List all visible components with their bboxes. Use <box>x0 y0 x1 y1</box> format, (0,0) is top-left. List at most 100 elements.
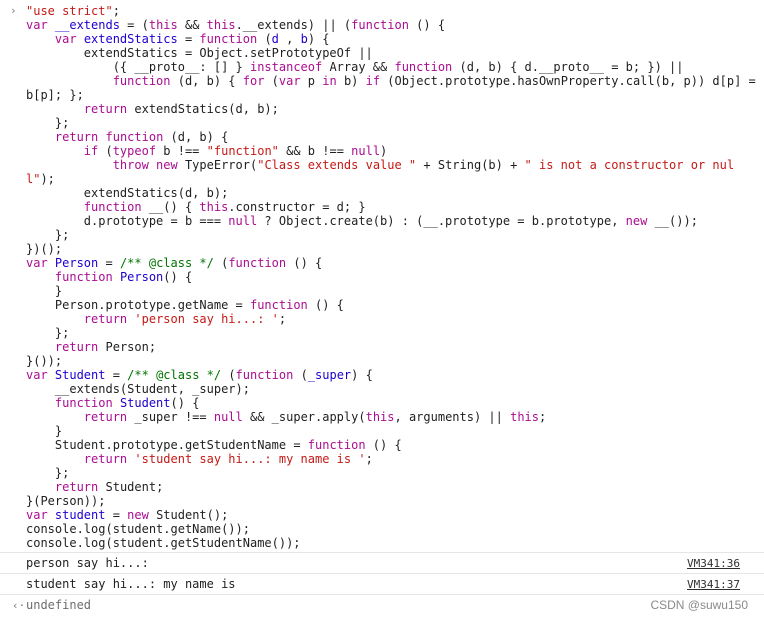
code-token: __()); <box>647 214 698 228</box>
code-token: .__extends) || ( <box>235 18 352 32</box>
code-token: }; <box>26 116 70 130</box>
code-token: new <box>127 508 149 522</box>
code-token: ; <box>278 312 287 326</box>
code-token: function <box>54 396 113 410</box>
code-token: null <box>351 144 381 158</box>
code-token: new <box>625 214 648 228</box>
code-token: null <box>228 214 258 228</box>
code-token: extendStatics <box>83 32 178 46</box>
code-token: () { <box>286 256 323 270</box>
code-token: _super <box>307 368 352 382</box>
code-token: null <box>213 410 243 424</box>
code-token: return <box>54 340 99 354</box>
code-token: }()); <box>26 354 63 368</box>
code-token: function <box>394 60 453 74</box>
code-token: = ( <box>119 18 149 32</box>
code-token: Student(); <box>148 508 229 522</box>
code-token: b !== <box>156 144 207 158</box>
code-token: d <box>271 32 279 46</box>
console-result-row: ‹· undefined CSDN @suwu150 <box>0 594 764 615</box>
code-token: _super !== <box>127 410 214 424</box>
code-token: = <box>98 256 120 270</box>
code-token: in <box>322 74 337 88</box>
code-token: TypeError( <box>177 158 258 172</box>
code-token: = <box>105 508 128 522</box>
code-token: () { <box>408 18 446 32</box>
code-token: console.log(student.getStudentName()); <box>26 536 301 550</box>
code-token: ) { <box>307 32 330 46</box>
code-token: () { <box>365 438 402 452</box>
code-token: ) { <box>351 368 373 382</box>
watermark: CSDN @suwu150 <box>650 598 748 612</box>
code-token: extendStatics(d, b); <box>26 186 229 200</box>
code-token: Student; <box>98 480 164 494</box>
code-token: ( <box>257 32 272 46</box>
code-token: function <box>235 368 294 382</box>
code-token: (d, b) { <box>170 74 243 88</box>
code-token: Student <box>54 368 106 382</box>
code-token: function <box>307 438 366 452</box>
code-token: })(); <box>26 242 63 256</box>
code-token: this <box>206 18 236 32</box>
code-token: function <box>351 18 409 32</box>
code-token: b <box>300 32 308 46</box>
code-token: extendStatics(d, b); <box>127 102 279 116</box>
code-token: ( <box>98 144 113 158</box>
code-token: function <box>199 32 258 46</box>
code-token: var <box>26 256 55 270</box>
code-token: Student <box>119 396 171 410</box>
code-token: /** @class */ <box>127 368 222 382</box>
code-token: ( <box>221 368 236 382</box>
code-token: = <box>105 368 128 382</box>
return-value-icon: ‹· <box>12 598 26 612</box>
code-token: } <box>26 284 63 298</box>
source-link[interactable]: VM341:36 <box>687 557 740 570</box>
code-token: Person; <box>98 340 157 354</box>
code-token: ; <box>365 452 373 466</box>
code-token: p <box>300 74 323 88</box>
code-token: .constructor = d; } <box>228 200 366 214</box>
code-token: if <box>365 74 381 88</box>
code-token: }(Person)); <box>26 494 106 508</box>
code-token: }; <box>26 466 70 480</box>
code-token: ); <box>40 172 55 186</box>
code-token: var <box>26 508 55 522</box>
source-link[interactable]: VM341:37 <box>687 578 740 591</box>
code-token: student <box>54 508 106 522</box>
code-token: ) <box>380 144 388 158</box>
code-token: + String(b) + <box>416 158 525 172</box>
code-token: } <box>26 424 63 438</box>
code-token: return <box>54 480 99 494</box>
code-token: && b !== <box>278 144 352 158</box>
code-token: this <box>365 410 395 424</box>
code-token: Person <box>54 256 99 270</box>
code-token: var <box>278 74 301 88</box>
code-token: ( <box>213 256 229 270</box>
code-token: ? Object.create(b) : (__.prototype = b.p… <box>257 214 626 228</box>
code-token: return <box>83 312 128 326</box>
code-token: && _super.apply( <box>242 410 366 424</box>
code-token: 'person say hi...: ' <box>134 312 279 326</box>
code-token: (d, b) { <box>163 130 229 144</box>
code-token: return <box>54 130 99 144</box>
output-message: student say hi...: my name is <box>26 577 243 591</box>
code-token: Array && <box>322 60 395 74</box>
code-token: () { <box>307 298 344 312</box>
code-token: d.prototype = b === <box>26 214 229 228</box>
code-token: }; <box>26 228 70 242</box>
code-token: "Class extends value " <box>257 158 417 172</box>
code-token: }; <box>26 326 70 340</box>
code-token: throw new <box>112 158 178 172</box>
code-token: , arguments) || <box>394 410 511 424</box>
console-output-row: person say hi...: VM341:36 <box>0 552 764 573</box>
